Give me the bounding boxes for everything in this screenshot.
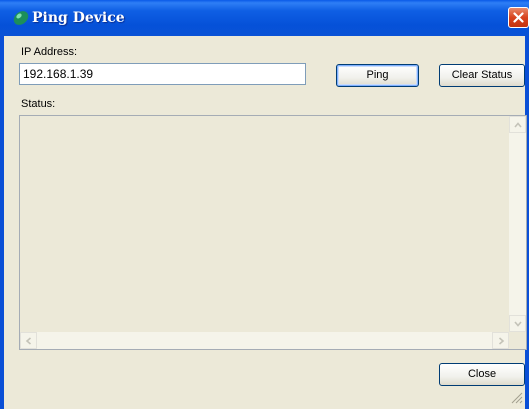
close-icon[interactable] — [508, 7, 529, 28]
ip-address-input[interactable] — [19, 63, 306, 85]
scroll-left-icon[interactable] — [20, 332, 37, 349]
horizontal-scrollbar[interactable] — [20, 332, 509, 349]
scroll-right-icon[interactable] — [492, 332, 509, 349]
window-title: Ping Device — [32, 10, 125, 26]
clear-status-button[interactable]: Clear Status — [439, 64, 525, 87]
ping-button[interactable]: Ping — [336, 64, 419, 87]
title-bar[interactable]: Ping Device — [0, 0, 529, 36]
scrollbar-corner — [509, 332, 526, 349]
ping-device-window: Ping Device IP Address: Ping Clear Statu… — [0, 0, 529, 409]
vertical-scrollbar[interactable] — [509, 116, 526, 332]
status-label: Status: — [21, 98, 56, 110]
resize-grip-icon[interactable] — [509, 390, 523, 404]
scroll-down-icon[interactable] — [509, 315, 526, 332]
window-frame-left — [0, 36, 4, 409]
network-orb-icon — [13, 11, 29, 25]
close-button[interactable]: Close — [439, 363, 525, 386]
scroll-up-icon[interactable] — [509, 116, 526, 133]
status-textarea[interactable] — [19, 115, 527, 350]
ip-address-label: IP Address: — [21, 46, 78, 58]
